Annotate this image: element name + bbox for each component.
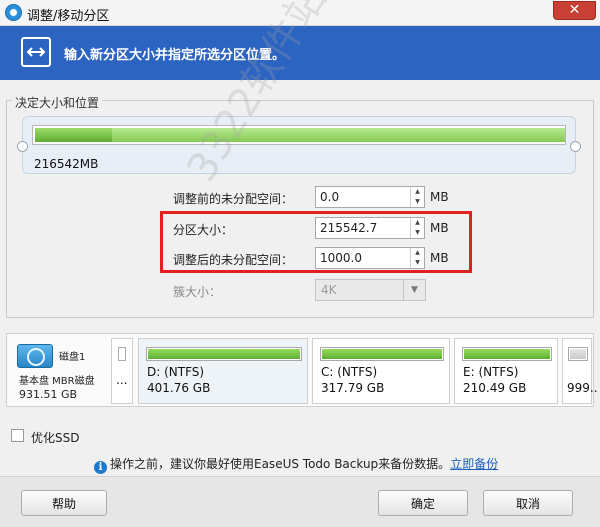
partition-name: E: (NTFS) <box>463 365 519 379</box>
partition-block-d[interactable]: D: (NTFS) 401.76 GB <box>138 338 308 404</box>
cluster-size-select[interactable]: 4K ▼ <box>315 279 426 301</box>
partition-name: D: (NTFS) <box>147 365 205 379</box>
backup-notice-text: 操作之前，建议你最好使用EaseUS Todo Backup来备份数据。 <box>110 457 451 471</box>
partition-block-c[interactable]: C: (NTFS) 317.79 GB <box>312 338 450 404</box>
partition-size: 317.79 GB <box>321 381 385 395</box>
spin-down-icon[interactable]: ▼ <box>411 197 424 207</box>
disk-size: 931.51 GB <box>19 388 78 401</box>
partition-usage-bar <box>568 347 588 361</box>
partition-size: 210.49 GB <box>463 381 527 395</box>
partition-block[interactable]: ... <box>111 338 133 404</box>
partition-usage-fill <box>322 349 442 359</box>
before-unallocated-spin[interactable]: ▲ ▼ <box>410 187 424 207</box>
ok-button[interactable]: 确定 <box>378 490 468 516</box>
partition-usage-bar <box>462 347 552 361</box>
partition-size: 401.76 GB <box>147 381 211 395</box>
backup-now-link[interactable]: 立即备份 <box>450 457 498 471</box>
partition-block-unallocated[interactable]: 999.. <box>562 338 598 404</box>
before-unallocated-stepper[interactable]: ▲▼ <box>315 186 425 208</box>
resize-arrows-icon <box>21 37 51 67</box>
partition-resize-area[interactable]: 216542MB <box>17 116 581 174</box>
close-button[interactable]: ✕ <box>553 1 596 20</box>
annotation-highlight-box <box>160 211 472 273</box>
hard-disk-icon <box>17 344 53 368</box>
group-legend: 决定大小和位置 <box>12 94 103 111</box>
before-unit: MB <box>430 190 449 204</box>
disk-name: 磁盘1 <box>59 352 86 363</box>
left-resize-handle[interactable] <box>17 141 28 152</box>
partition-usage-fill <box>148 349 300 359</box>
app-icon <box>5 4 22 21</box>
partition-block-e[interactable]: E: (NTFS) 210.49 GB <box>454 338 558 404</box>
optimize-ssd-checkbox[interactable] <box>11 429 24 442</box>
dialog-footer: 帮助 确定 取消 <box>0 476 600 527</box>
partition-bar-size: 216542MB <box>34 157 99 171</box>
partition-free-fill <box>112 128 565 142</box>
spin-up-icon[interactable]: ▲ <box>411 187 424 197</box>
window-title: 调整/移动分区 <box>27 9 110 24</box>
partition-usage-fill <box>464 349 550 359</box>
optimize-ssd-label[interactable]: 优化SSD <box>31 429 79 446</box>
partition-size: 999.. <box>567 381 598 395</box>
disk-type: 基本盘 MBR磁盘 <box>19 376 95 387</box>
before-unallocated-input[interactable] <box>316 187 410 207</box>
cluster-size-label: 簇大小： <box>173 285 222 299</box>
info-icon: i <box>94 461 107 474</box>
partition-usage-bar <box>146 347 302 361</box>
backup-notice: i 操作之前，建议你最好使用EaseUS Todo Backup来备份数据。立即备… <box>94 455 498 474</box>
partition-usage-bar <box>320 347 444 361</box>
partition-unallocated-fill <box>570 349 586 359</box>
header-banner: 输入新分区大小并指定所选分区位置。 <box>0 26 600 80</box>
partition-size: ... <box>116 373 128 387</box>
help-button[interactable]: 帮助 <box>21 490 107 516</box>
partition-bar[interactable] <box>32 125 566 145</box>
partition-usage-bar <box>118 347 126 361</box>
partition-name: C: (NTFS) <box>321 365 378 379</box>
before-unallocated-label: 调整前的未分配空间： <box>173 192 294 206</box>
right-resize-handle[interactable] <box>570 141 581 152</box>
cancel-button[interactable]: 取消 <box>483 490 573 516</box>
title-bar: 调整/移动分区 ✕ <box>0 0 600 26</box>
cluster-size-value: 4K <box>321 283 337 297</box>
banner-instruction: 输入新分区大小并指定所选分区位置。 <box>64 48 286 63</box>
disk-info: 磁盘1 基本盘 MBR磁盘 931.51 GB <box>9 338 107 402</box>
chevron-down-icon[interactable]: ▼ <box>403 280 425 300</box>
disk-map: 磁盘1 基本盘 MBR磁盘 931.51 GB ... D: (NTFS) 40… <box>6 333 598 407</box>
partition-used-fill <box>35 128 112 142</box>
